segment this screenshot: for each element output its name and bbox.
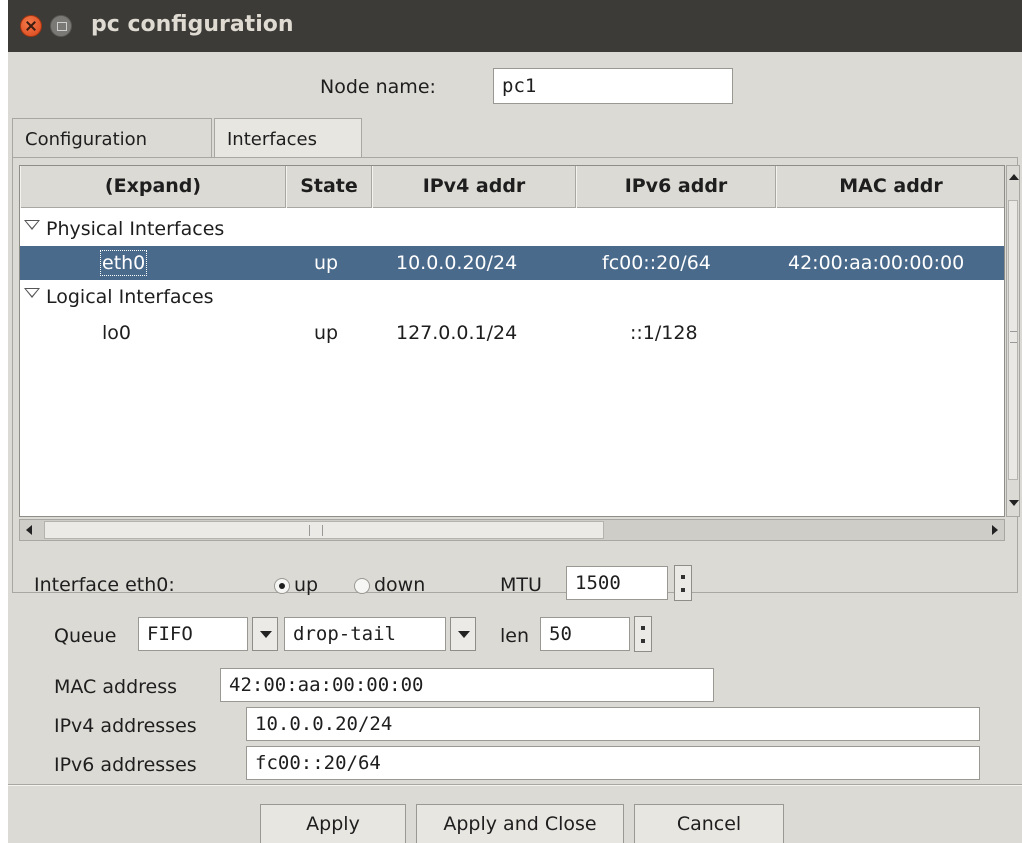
table-horizontal-scrollbar[interactable]: [19, 519, 1005, 541]
column-header-ipv6[interactable]: IPv6 addr: [576, 166, 776, 208]
state-down-label[interactable]: down: [374, 574, 425, 596]
dialog-body: Node name: pc1 Configuration Interfaces …: [8, 52, 1022, 843]
len-label: len: [500, 625, 530, 647]
close-window-icon[interactable]: [20, 15, 42, 37]
interface-state: up: [314, 322, 339, 344]
scroll-left-icon[interactable]: [26, 525, 32, 535]
mtu-label: MTU: [500, 574, 542, 596]
scroll-up-icon[interactable]: [1009, 174, 1019, 180]
table-row[interactable]: lo0 up 127.0.0.1/24 ::1/128: [20, 316, 1004, 350]
scroll-down-icon[interactable]: [1009, 500, 1019, 506]
state-down-radio[interactable]: [354, 578, 370, 594]
interface-name: lo0: [102, 322, 131, 344]
column-header-ipv4[interactable]: IPv4 addr: [372, 166, 576, 208]
scroll-right-icon[interactable]: [992, 525, 998, 535]
state-up-radio[interactable]: [274, 578, 290, 594]
interface-state: up: [314, 252, 339, 274]
apply-button[interactable]: Apply: [260, 804, 406, 843]
column-header-mac[interactable]: MAC addr: [776, 166, 1004, 208]
table-header: (Expand) State IPv4 addr IPv6 addr MAC a…: [20, 166, 1004, 208]
table-row[interactable]: eth0 up 10.0.0.20/24 fc00::20/64 42:00:a…: [20, 246, 1004, 280]
interfaces-table: (Expand) State IPv4 addr IPv6 addr MAC a…: [19, 165, 1005, 517]
group-label: Logical Interfaces: [46, 286, 214, 308]
queue-policy-dropdown-icon[interactable]: [450, 617, 476, 651]
node-name-input[interactable]: pc1: [493, 68, 733, 104]
interface-ipv4: 127.0.0.1/24: [396, 322, 518, 344]
interface-label: Interface eth0:: [34, 574, 175, 596]
interface-ipv6: fc00::20/64: [602, 252, 711, 274]
vertical-scroll-thumb[interactable]: [1008, 200, 1018, 480]
apply-and-close-button[interactable]: Apply and Close: [416, 804, 624, 843]
interface-ipv4: 10.0.0.20/24: [396, 252, 518, 274]
ipv4-addresses-label: IPv4 addresses: [54, 715, 197, 737]
interface-ipv6: ::1/128: [630, 322, 698, 344]
ipv6-addresses-input[interactable]: fc00::20/64: [246, 746, 980, 780]
len-input[interactable]: 50: [540, 617, 630, 651]
state-up-label[interactable]: up: [294, 574, 318, 596]
pc-configuration-window: pc configuration Node name: pc1 Configur…: [0, 0, 1022, 843]
tab-configuration[interactable]: Configuration: [12, 118, 212, 158]
tab-interfaces[interactable]: Interfaces: [214, 118, 362, 158]
ipv6-addresses-label: IPv6 addresses: [54, 754, 197, 776]
interface-name: eth0: [99, 250, 148, 276]
column-header-expand[interactable]: (Expand): [20, 166, 286, 208]
mac-address-label: MAC address: [54, 676, 178, 698]
node-name-label: Node name:: [320, 76, 436, 98]
tree-group-logical[interactable]: Logical Interfaces: [20, 280, 1004, 314]
expand-arrow-icon[interactable]: [24, 220, 40, 230]
tree-group-physical[interactable]: Physical Interfaces: [20, 212, 1004, 246]
cancel-button[interactable]: Cancel: [634, 804, 784, 843]
column-header-state[interactable]: State: [286, 166, 372, 208]
mtu-spinner[interactable]: [674, 565, 692, 601]
window-title: pc configuration: [91, 12, 294, 37]
horizontal-scroll-thumb[interactable]: [44, 521, 604, 539]
len-spinner[interactable]: [634, 616, 652, 652]
queue-type-dropdown-icon[interactable]: [252, 617, 278, 651]
mtu-input[interactable]: 1500: [566, 566, 668, 600]
queue-label: Queue: [54, 625, 117, 647]
queue-policy-select[interactable]: drop-tail: [284, 617, 446, 651]
mac-address-input[interactable]: 42:00:aa:00:00:00: [220, 668, 714, 702]
divider: [8, 784, 1022, 786]
expand-arrow-icon[interactable]: [24, 288, 40, 298]
title-bar: pc configuration: [8, 0, 1022, 52]
minimize-window-icon[interactable]: [50, 15, 72, 37]
interface-mac: 42:00:aa:00:00:00: [788, 252, 965, 274]
group-label: Physical Interfaces: [46, 218, 225, 240]
table-vertical-scrollbar[interactable]: [1006, 165, 1020, 517]
queue-type-select[interactable]: FIFO: [138, 617, 248, 651]
ipv4-addresses-input[interactable]: 10.0.0.20/24: [246, 707, 980, 741]
